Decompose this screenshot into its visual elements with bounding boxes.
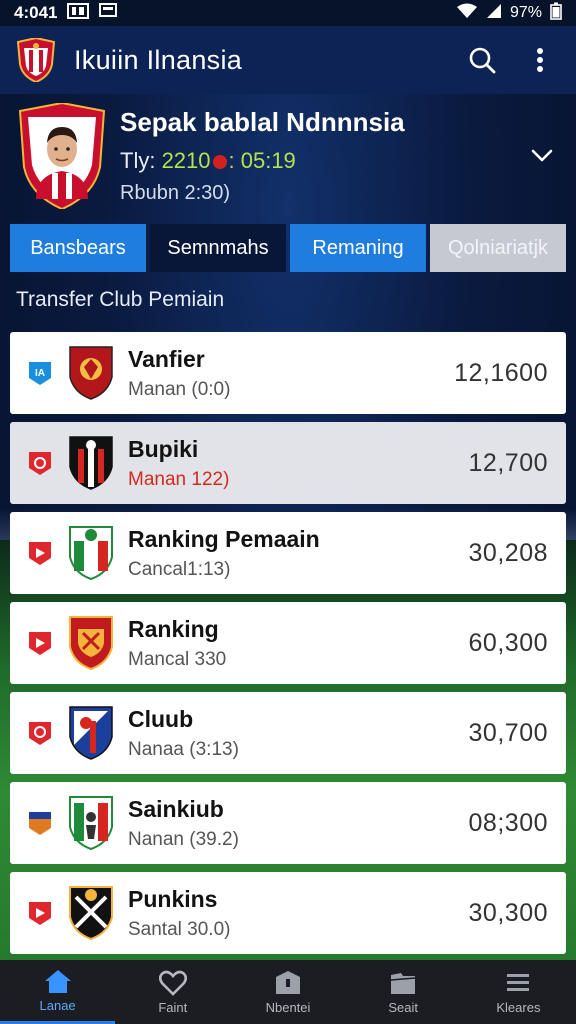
tab-remaning[interactable]: Remaning <box>290 224 426 272</box>
club-subtitle: Nanaa (3:13) <box>128 738 239 760</box>
tab-semnmahs[interactable]: Semnmahs <box>150 224 286 272</box>
rank-badge-icon <box>26 899 54 927</box>
club-subtitle: Santal 30.0) <box>128 918 231 940</box>
home-icon <box>44 970 71 993</box>
list-icon <box>507 973 530 991</box>
app-logo <box>16 36 56 84</box>
live-dot-icon <box>212 155 227 169</box>
club-value: 30,300 <box>468 898 548 927</box>
nav-label: Kleares <box>496 999 541 1015</box>
heart-icon <box>158 970 187 996</box>
club-subtitle: Manan (0:0) <box>128 378 231 400</box>
nav-item-search[interactable]: Seait <box>346 960 461 1024</box>
nav-item-classes[interactable]: Kleares <box>461 960 576 1024</box>
club-crest-icon <box>68 525 114 581</box>
match-time: Tly: 2210 : 05:19 <box>120 148 524 174</box>
club-name: Bupiki <box>128 435 199 462</box>
player-avatar <box>16 101 108 211</box>
battery-percent: 97% <box>509 4 542 21</box>
section-title: Transfer Club Pemiain <box>16 288 225 311</box>
club-name: Ranking <box>128 615 219 642</box>
nav-item-home[interactable]: Lanae <box>0 960 116 1024</box>
chevron-down-icon <box>531 149 553 162</box>
more-vert-icon <box>537 48 543 72</box>
more-options-button[interactable] <box>520 40 560 80</box>
club-name: Vanfier <box>128 345 205 372</box>
club-value: 08;300 <box>468 808 548 837</box>
club-crest-icon <box>68 885 114 941</box>
club-name: Ranking Pemaain <box>128 525 320 552</box>
nav-label: Lanae <box>39 998 76 1013</box>
club-crest-icon <box>68 615 114 671</box>
folder-icon <box>391 972 416 994</box>
rank-badge-icon: IA <box>26 359 54 387</box>
list-item[interactable]: Ranking Pemaain Cancal1:13) 30,208 <box>10 512 566 594</box>
nav-label: Seait <box>388 999 419 1015</box>
club-value: 12,700 <box>468 448 548 477</box>
app-bar: Ikuiin Ilnansia <box>0 26 576 94</box>
bottom-navigation: Lanae Faint Nbentei Seait Kleares <box>0 960 576 1024</box>
signal-icon <box>486 3 502 24</box>
club-crest-icon <box>68 345 114 401</box>
club-value: 30,208 <box>468 538 548 567</box>
club-crest-icon <box>68 705 114 761</box>
list-item[interactable]: Ranking Mancal 330 60,300 <box>10 602 566 684</box>
list-item[interactable]: Bupiki Manan 122) 12,700 <box>10 422 566 504</box>
list-item[interactable]: Sainkiub Nanan (39.2) 08;300 <box>10 782 566 864</box>
tab-bar: Bansbears Semnmahs Remaning Qolniariatjk <box>10 224 566 272</box>
time-clock: : 05:19 <box>228 148 296 173</box>
match-header[interactable]: Sepak bablal Ndnnnsia Tly: 2210 : 05:19 R… <box>0 94 576 218</box>
club-name: Cluub <box>128 705 194 732</box>
battery-icon <box>550 2 562 25</box>
club-crest-icon <box>68 435 114 491</box>
status-time: 4:041 <box>14 3 58 22</box>
search-icon <box>469 47 496 74</box>
match-subtitle: Rbubn 2:30) <box>120 182 231 204</box>
box-icon <box>276 970 300 994</box>
list-item[interactable]: Cluub Nanaa (3:13) 30,700 <box>10 692 566 774</box>
club-value: 12,1600 <box>454 358 548 387</box>
match-title: Sepak bablal Ndnnnsia <box>120 107 405 137</box>
nav-label: Nbentei <box>265 999 311 1015</box>
tab-bansbears[interactable]: Bansbears <box>10 224 146 272</box>
club-name: Sainkiub <box>128 795 224 822</box>
notification-icon <box>67 2 90 24</box>
search-button[interactable] <box>462 40 502 80</box>
club-value: 30,700 <box>468 718 548 747</box>
rank-badge-icon <box>26 629 54 657</box>
club-subtitle: Nanan (39.2) <box>128 828 239 850</box>
transfer-list: IA Vanfier Manan (0:0) 12,1600 Bupiki Ma… <box>10 332 566 962</box>
club-crest-icon <box>68 795 114 851</box>
app-title: Ikuiin Ilnansia <box>74 44 243 75</box>
rank-badge-icon <box>26 809 54 837</box>
wifi-icon <box>456 3 478 24</box>
time-prefix: Tly: <box>120 148 162 173</box>
status-bar: 4:041 97% <box>0 0 576 26</box>
list-item[interactable]: Punkins Santal 30.0) 30,300 <box>10 872 566 954</box>
rank-badge-icon <box>26 539 54 567</box>
list-item[interactable]: IA Vanfier Manan (0:0) 12,1600 <box>10 332 566 414</box>
rank-badge-icon <box>26 719 54 747</box>
time-score: 2210 <box>161 148 211 173</box>
nav-label: Faint <box>158 999 188 1015</box>
screen-icon <box>99 2 118 24</box>
club-value: 60,300 <box>468 628 548 657</box>
nav-item-favorite[interactable]: Faint <box>115 960 230 1024</box>
svg-text:IA: IA <box>35 368 45 379</box>
club-subtitle: Mancal 330 <box>128 648 227 670</box>
club-subtitle: Cancal1:13) <box>128 558 231 580</box>
club-subtitle: Manan 122) <box>128 468 230 490</box>
club-name: Punkins <box>128 885 218 912</box>
nav-item-inventory[interactable]: Nbentei <box>230 960 345 1024</box>
expand-button[interactable] <box>524 138 560 174</box>
tab-qolniariatjk[interactable]: Qolniariatjk <box>430 224 566 272</box>
rank-badge-icon <box>26 449 54 477</box>
